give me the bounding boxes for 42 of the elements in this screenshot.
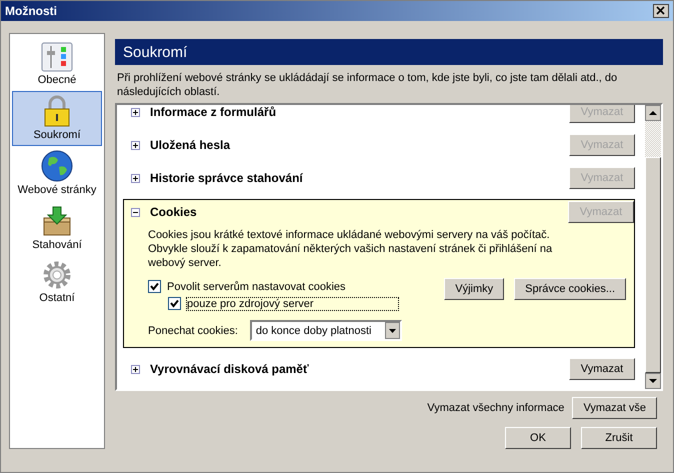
section-title: Vyrovnávací disková paměť	[150, 362, 310, 376]
sidebar-item[interactable]: Soukromí	[12, 91, 102, 146]
checkbox[interactable]	[148, 280, 161, 293]
section-title: Uložená hesla	[150, 138, 232, 152]
window-title: Možnosti	[5, 4, 57, 18]
sidebar-item[interactable]: Webové stránky	[12, 146, 102, 201]
scroll-up-icon[interactable]	[645, 105, 661, 121]
expander-icon[interactable]	[131, 174, 140, 182]
checkbox-label: pouze pro zdrojový server	[187, 298, 398, 310]
section-title: Cookies	[150, 205, 198, 219]
checkbox[interactable]	[168, 297, 181, 310]
dialog-button[interactable]: Výjimky	[444, 278, 504, 300]
padlock-icon	[42, 95, 72, 127]
clear-button[interactable]: Vymazat	[569, 358, 635, 380]
expander-icon[interactable]	[131, 108, 140, 116]
sliders-icon	[41, 42, 73, 72]
expander-icon[interactable]	[131, 364, 140, 374]
scroll-down-icon[interactable]	[645, 373, 661, 389]
sidebar-item[interactable]: Obecné	[12, 38, 102, 91]
clear-all-label: Vymazat všechny informace	[427, 402, 564, 414]
dialog-button[interactable]: Správce cookies...	[514, 278, 626, 300]
download-box-icon	[41, 205, 73, 237]
panel-title: Soukromí	[123, 44, 188, 60]
expander-icon[interactable]	[131, 208, 140, 216]
close-icon[interactable]	[653, 4, 669, 18]
clear-all-button[interactable]: Vymazat vše	[572, 397, 657, 419]
dropdown[interactable]: do konce doby platnosti	[250, 320, 402, 341]
dialog-button[interactable]: Zrušit	[581, 427, 657, 449]
section-title: Informace z formulářů	[150, 105, 278, 119]
panel-description: Při prohlížení webové stránky se ukládádají se informace o tom, kde jste byli, co jste tam dělali atd., do následujících oblastí.	[117, 71, 618, 99]
cookies-description: Cookies jsou krátké textové informace ukládané webovými servery na váš počítač. Obvykle slouží k zapamatování některých vašich nastavení stránek či přihlášení na webový server.	[148, 228, 554, 270]
section-title: Historie správce stahování	[150, 171, 304, 185]
sidebar-item[interactable]: Stahování	[12, 201, 102, 256]
globe-icon	[41, 150, 73, 182]
expander-icon[interactable]	[131, 140, 140, 150]
dialog-button[interactable]: OK	[505, 427, 571, 449]
field-label: Ponechat cookies:	[148, 324, 238, 336]
gear-icon	[42, 260, 72, 290]
scroll-thumb[interactable]	[645, 157, 661, 373]
checkbox-label: Povolit serverům nastavovat cookies	[167, 280, 346, 292]
sidebar-item[interactable]: Ostatní	[12, 256, 102, 309]
scrollbar[interactable]	[645, 105, 661, 389]
